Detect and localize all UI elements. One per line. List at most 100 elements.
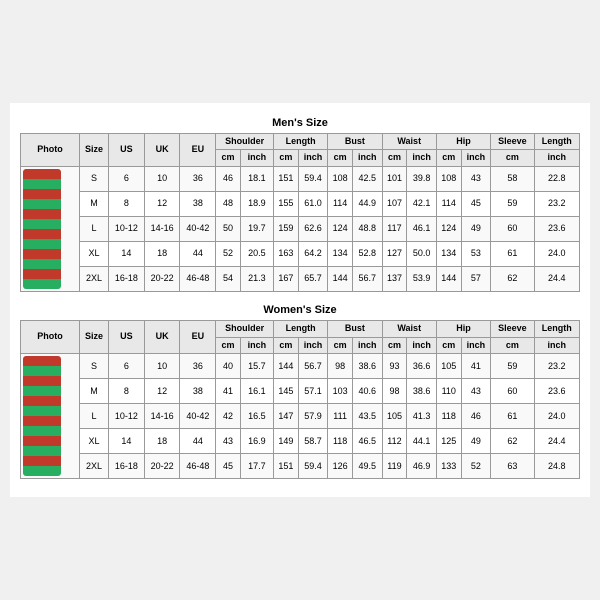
sleeve-inch: inch [534,150,579,167]
table-cell: 107 [382,192,407,217]
hip-header: Hip [436,133,490,150]
table-cell: 108 [436,167,461,192]
table-cell: 163 [273,242,298,267]
w-shoulder-header: Shoulder [216,321,274,338]
photo-header: Photo [21,133,80,166]
table-cell: 61.0 [298,192,328,217]
table-cell: 6 [108,167,144,192]
table-cell: 23.2 [534,354,579,379]
table-cell: L [80,217,109,242]
waist-cm: cm [382,150,407,167]
table-cell: 52.8 [353,242,383,267]
size-header: Size [80,133,109,166]
table-cell: 40.6 [353,379,383,404]
table-cell: 42.1 [407,192,437,217]
table-cell: 40-42 [180,217,216,242]
table-cell: 118 [436,404,461,429]
table-cell: XL [80,429,109,454]
table-cell: 39.8 [407,167,437,192]
table-cell: 44.1 [407,429,437,454]
table-cell: 24.4 [534,267,579,292]
table-cell: 24.8 [534,454,579,479]
table-cell: 50 [216,217,241,242]
sleeve-header: Sleeve [491,133,534,150]
table-cell: 20.5 [240,242,273,267]
table-cell: 44 [180,429,216,454]
table-cell: 126 [328,454,353,479]
table-cell: 62 [491,429,534,454]
table-cell: 144 [328,267,353,292]
shoulder-cm: cm [216,150,241,167]
table-cell: 46 [216,167,241,192]
w-us-header: US [108,321,144,354]
w-waist-cm: cm [382,337,407,354]
table-cell: 16-18 [108,267,144,292]
table-cell: 46.5 [353,429,383,454]
table-cell: 38.6 [353,354,383,379]
table-cell: 125 [436,429,461,454]
table-cell: 44 [180,242,216,267]
table-row: L10-1214-1640-425019.715962.612448.81174… [21,217,580,242]
table-row: L10-1214-1640-424216.514757.911143.51054… [21,404,580,429]
mens-section-title: Men's Size [20,113,580,133]
table-cell: 44.9 [353,192,383,217]
eu-header: EU [180,133,216,166]
table-cell: 57 [461,267,491,292]
table-cell: 147 [273,404,298,429]
table-cell: S [80,354,109,379]
table-cell: 57.1 [298,379,328,404]
table-cell: 46.1 [407,217,437,242]
table-cell: 54 [216,267,241,292]
table-cell: 2XL [80,454,109,479]
table-cell: 59 [491,192,534,217]
table-cell: 159 [273,217,298,242]
table-cell: XL [80,242,109,267]
size-chart-container: Men's Size Photo Size US UK EU Shoulder … [10,103,590,498]
table-cell: 46-48 [180,267,216,292]
table-cell: 12 [144,379,180,404]
table-cell: 14 [108,429,144,454]
table-cell: 117 [382,217,407,242]
table-cell: 49 [461,429,491,454]
w-bust-cm: cm [328,337,353,354]
womens-size-table: Photo Size US UK EU Shoulder Length Bust… [20,320,580,479]
table-row: S610364015.714456.79838.69336.6105415923… [21,354,580,379]
table-cell: 108 [328,167,353,192]
table-cell: 103 [328,379,353,404]
table-cell: 43 [216,429,241,454]
table-cell: 40 [216,354,241,379]
length-header: Length [273,133,327,150]
table-cell: 118 [328,429,353,454]
table-cell: 127 [382,242,407,267]
table-cell: 36 [180,167,216,192]
us-header: US [108,133,144,166]
table-cell: 36 [180,354,216,379]
sleeve-cm: cm [491,150,534,167]
table-cell: 63 [491,454,534,479]
w-length-inch: inch [298,337,328,354]
table-cell: 41 [461,354,491,379]
table-cell: 45 [461,192,491,217]
table-cell: 14-16 [144,404,180,429]
table-cell: 149 [273,429,298,454]
table-cell: 105 [436,354,461,379]
shoulder-inch: inch [240,150,273,167]
table-cell: 18 [144,429,180,454]
table-cell: 17.7 [240,454,273,479]
table-cell: 49.5 [353,454,383,479]
table-cell: 24.4 [534,429,579,454]
table-cell: 49 [461,217,491,242]
table-cell: S [80,167,109,192]
w-shoulder-cm: cm [216,337,241,354]
table-cell: 23.6 [534,217,579,242]
w-hip-cm: cm [436,337,461,354]
w-hip-inch: inch [461,337,491,354]
hip-cm: cm [436,150,461,167]
uk-header: UK [144,133,180,166]
table-cell: 59.4 [298,454,328,479]
w-sleeve-cm: cm [491,337,534,354]
table-cell: 144 [273,354,298,379]
table-cell: 64.2 [298,242,328,267]
table-cell: 43.5 [353,404,383,429]
table-cell: 101 [382,167,407,192]
